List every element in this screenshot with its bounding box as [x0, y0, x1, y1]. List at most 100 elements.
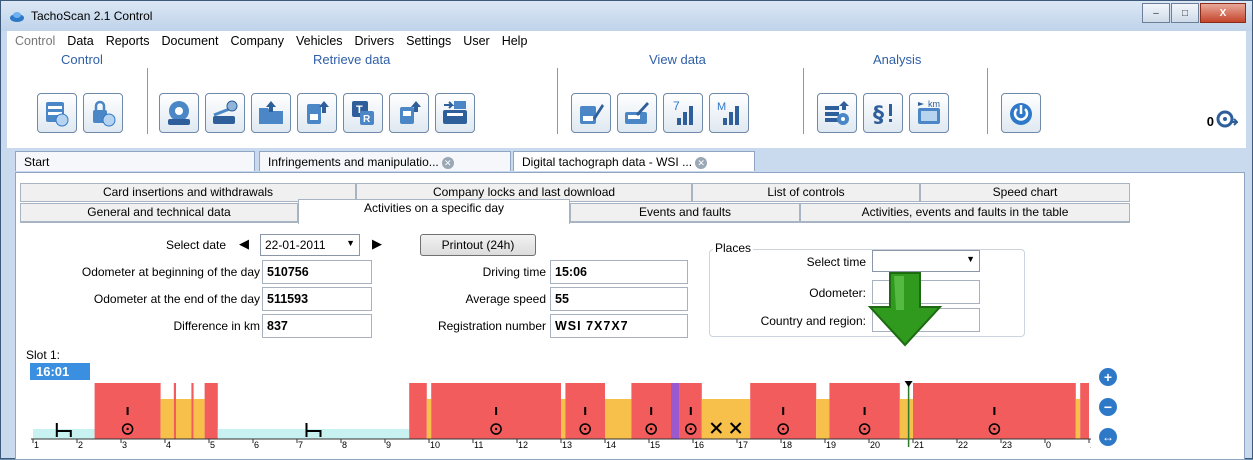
activity-segment-work: [816, 399, 830, 439]
country-region-label: Country and region:: [760, 314, 866, 328]
activity-segment-work: [899, 399, 913, 439]
control-card-button[interactable]: [37, 93, 77, 133]
average-speed-label: Average speed: [465, 292, 546, 306]
next-day-icon[interactable]: ▶: [372, 236, 382, 252]
odometer-begin-label: Odometer at beginning of the day: [81, 265, 260, 279]
km-text: km: [928, 99, 940, 109]
menu-control[interactable]: Control: [15, 34, 55, 48]
tab-infringements[interactable]: Infringements and manipulatio... ✕: [259, 151, 511, 171]
registration-label: Registration number: [437, 319, 546, 333]
printout-button[interactable]: Printout (24h): [420, 234, 536, 256]
weekly-chart-button[interactable]: 7: [663, 93, 703, 133]
power-button[interactable]: [1001, 93, 1041, 133]
slot-label: Slot 1:: [26, 348, 61, 362]
time-marker-handle[interactable]: [904, 381, 913, 387]
maximize-button[interactable]: □: [1171, 3, 1199, 23]
app-logo-icon: [10, 12, 24, 22]
hour-label: 19: [826, 440, 836, 449]
driving-symbol-dot: [993, 427, 996, 431]
zoom-in-button[interactable]: +: [1099, 368, 1117, 386]
zoom-out-button[interactable]: −: [1099, 398, 1117, 416]
scanner-settings-button[interactable]: [205, 93, 245, 133]
close-tab-icon[interactable]: ✕: [695, 156, 708, 169]
open-folder-button[interactable]: [251, 93, 291, 133]
menu-data[interactable]: Data: [67, 34, 93, 48]
tab-start[interactable]: Start: [15, 151, 255, 171]
monthly-chart-icon: M: [717, 101, 739, 125]
slot-time-badge: 16:01: [30, 363, 90, 380]
ribbon-toolbar: Control Retrieve data View data Analysis…: [7, 50, 1246, 148]
hour-label: 2: [78, 440, 83, 449]
hour-label: 4: [166, 440, 171, 449]
difference-field[interactable]: 837: [262, 314, 372, 338]
activities-panel: Card insertions and withdrawals Company …: [15, 172, 1245, 460]
odometer-end-field[interactable]: 511593: [262, 287, 372, 311]
driving-time-field[interactable]: 15:06: [550, 260, 688, 284]
connection-arrow-icon[interactable]: [1216, 108, 1238, 130]
activity-segment-work: [160, 399, 174, 439]
control-lock-button[interactable]: [83, 93, 123, 133]
green-down-arrow-icon: [867, 272, 943, 347]
date-value: 22-01-2011: [265, 238, 326, 252]
activity-segment-work: [701, 399, 751, 439]
previous-day-icon[interactable]: ◀: [239, 236, 249, 252]
monthly-chart-button[interactable]: M: [709, 93, 749, 133]
date-select[interactable]: 22-01-2011 ▼: [260, 234, 360, 256]
activity-segment-work: [1075, 399, 1081, 439]
tacho-tr-icon: TR: [352, 101, 374, 125]
km-book-button[interactable]: km: [909, 93, 949, 133]
card-reader-icon: [443, 101, 467, 124]
close-button[interactable]: X: [1200, 3, 1246, 23]
analysis-disc-button[interactable]: [817, 93, 857, 133]
driving-symbol-dot: [689, 427, 692, 431]
svg-text:§: §: [873, 103, 884, 128]
menu-help[interactable]: Help: [502, 34, 528, 48]
group-title-control: Control: [61, 52, 103, 67]
card-reader-button[interactable]: [435, 93, 475, 133]
download-card-button[interactable]: [159, 93, 199, 133]
regulations-button[interactable]: §: [863, 93, 903, 133]
time-select[interactable]: ▼: [872, 250, 980, 272]
hour-label: 8: [342, 440, 347, 449]
open-folder-icon: [259, 101, 283, 124]
driving-symbol-dot: [863, 427, 866, 431]
activity-timeline[interactable]: 123456789101112131415161718192021222301: [31, 381, 1091, 449]
close-tab-icon[interactable]: ✕: [441, 156, 454, 169]
view-card-button[interactable]: [571, 93, 611, 133]
driving-symbol-dot: [782, 427, 785, 431]
activity-segment-work: [605, 399, 632, 439]
menu-user[interactable]: User: [463, 34, 489, 48]
warning-mark-icon: [993, 407, 996, 415]
menu-document[interactable]: Document: [161, 34, 218, 48]
hour-label: 10: [430, 440, 440, 449]
hour-label: 17: [738, 440, 748, 449]
menu-vehicles[interactable]: Vehicles: [296, 34, 343, 48]
vehicle-unit-upload-button[interactable]: [389, 93, 429, 133]
hour-label: 18: [782, 440, 792, 449]
menu-settings[interactable]: Settings: [406, 34, 451, 48]
tab-activities-specific-day[interactable]: Activities on a specific day: [298, 199, 570, 224]
hour-label: 7: [298, 440, 303, 449]
menu-drivers[interactable]: Drivers: [355, 34, 395, 48]
menu-reports[interactable]: Reports: [106, 34, 150, 48]
tacho-tr-button[interactable]: TR: [343, 93, 383, 133]
registration-field[interactable]: WSI 7X7X7: [550, 314, 688, 338]
odometer-begin-field[interactable]: 510756: [262, 260, 372, 284]
tab-label: Infringements and manipulatio...: [268, 155, 439, 169]
hour-label: 3: [122, 440, 127, 449]
activity-segment-work: [193, 399, 205, 439]
document-tabs: Start Infringements and manipulatio... ✕ …: [15, 149, 1245, 173]
menu-company[interactable]: Company: [230, 34, 284, 48]
odometer-place-label: Odometer:: [809, 286, 866, 300]
tab-digital-tachograph[interactable]: Digital tachograph data - WSI ... ✕: [513, 151, 755, 171]
view-disc-button[interactable]: [617, 93, 657, 133]
hour-label: 22: [958, 440, 968, 449]
hour-label: 13: [562, 440, 572, 449]
fit-button[interactable]: ↔: [1099, 428, 1117, 446]
warning-mark-icon: [495, 407, 498, 415]
minimize-button[interactable]: –: [1142, 3, 1170, 23]
places-legend: Places: [713, 241, 754, 255]
hour-label: 15: [650, 440, 660, 449]
upload-card-button[interactable]: [297, 93, 337, 133]
average-speed-field[interactable]: 55: [550, 287, 688, 311]
